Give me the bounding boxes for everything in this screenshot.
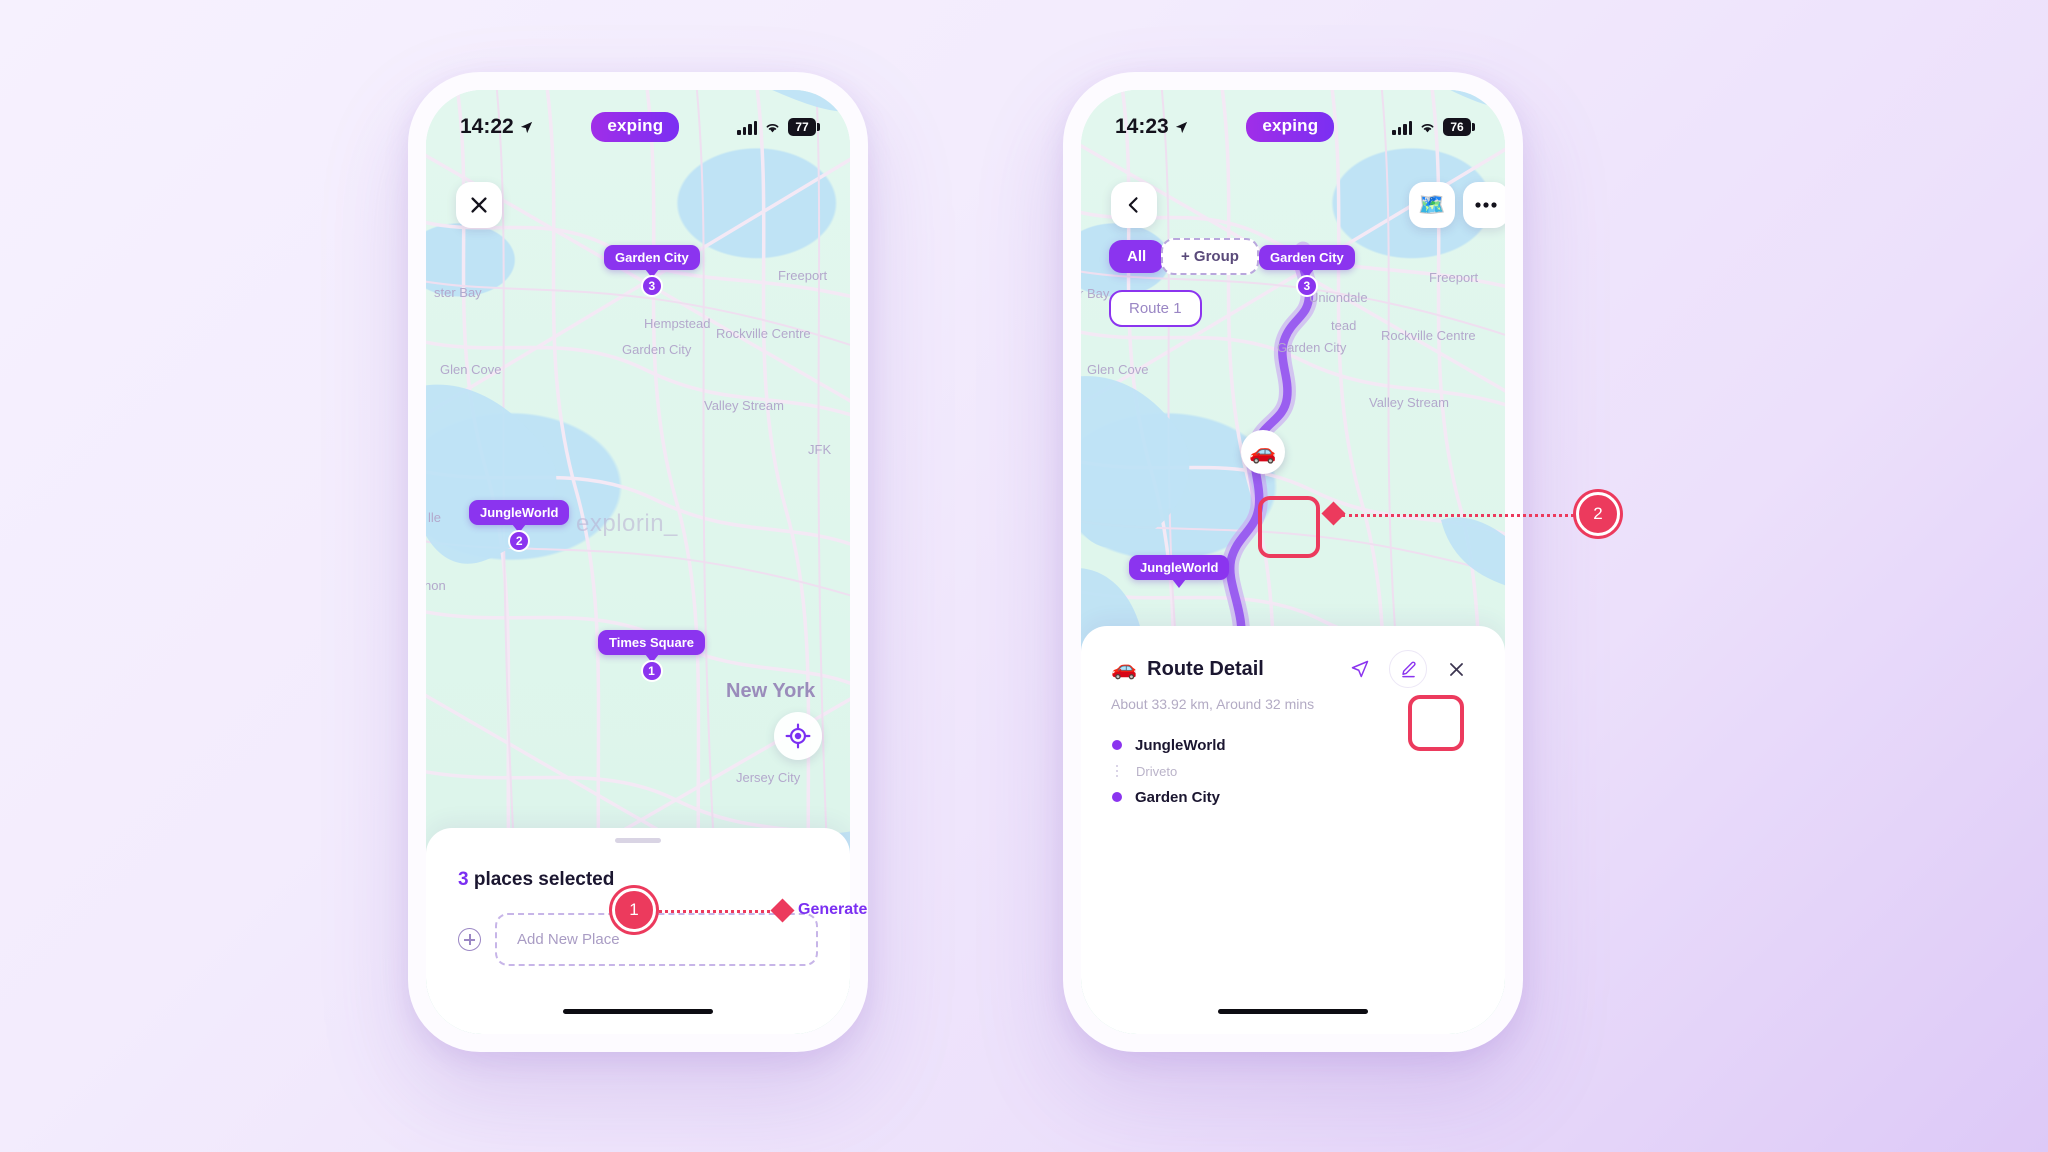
location-arrow-icon [520, 121, 532, 133]
back-button[interactable] [1111, 182, 1157, 228]
map-pin-jungleworld[interactable]: JungleWorld [1129, 555, 1230, 588]
map-pin-label: Garden City [1259, 245, 1355, 270]
locate-crosshair-icon [785, 723, 811, 749]
stop-dot-icon [1112, 740, 1122, 750]
map-pin-garden-city[interactable]: Garden City 3 [1259, 245, 1355, 297]
map-watermark: explorin_ [576, 510, 678, 537]
map-pin-times-square[interactable]: Times Square 1 [598, 630, 706, 682]
brand-badge: exping [1246, 112, 1335, 142]
car-marker[interactable]: 🚗 [1241, 430, 1285, 474]
annotation-line-2 [1342, 514, 1586, 517]
brand-badge: exping [591, 112, 680, 142]
add-new-place-input[interactable]: Add New Place [495, 913, 818, 966]
map-pin-number: 3 [1295, 275, 1318, 297]
edit-route-button[interactable] [1389, 650, 1427, 688]
annotation-highlight-2 [1258, 496, 1320, 558]
map-pin-number: 3 [640, 275, 663, 297]
send-icon [1351, 660, 1369, 678]
status-indicators: 76 [1392, 118, 1475, 136]
close-route-detail-button[interactable] [1437, 650, 1475, 688]
travel-mode: Driveto [1136, 763, 1178, 779]
map-pin-label: JungleWorld [1129, 555, 1230, 580]
route-stop-item[interactable]: Garden City [1111, 784, 1475, 810]
wifi-icon [1421, 124, 1434, 133]
annotation-highlight-edit-button [1408, 695, 1464, 751]
signal-bars-icon [1392, 120, 1412, 135]
stop-name: Garden City [1135, 788, 1221, 806]
wifi-icon [766, 124, 779, 133]
vertical-dots-icon [1111, 764, 1123, 778]
car-icon: 🚗 [1249, 439, 1277, 464]
plus-circle-icon [458, 928, 481, 951]
stop-dot-icon [1112, 792, 1122, 802]
more-horizontal-icon [1475, 202, 1497, 208]
add-group-chip[interactable]: + Group [1161, 238, 1259, 275]
map-pin-label: Garden City [604, 245, 700, 270]
map-pin-garden-city[interactable]: Garden City 3 [604, 245, 700, 297]
annotation-badge-1: 1 [612, 888, 656, 932]
status-time-group: 14:23 [1115, 115, 1189, 139]
signal-bars-icon [737, 120, 757, 135]
phone-screen-2: Freeport Uniondale Rockville Centre Vall… [1081, 90, 1505, 1034]
status-indicators: 77 [737, 118, 820, 136]
map-layers-icon: 🗺️ [1418, 192, 1446, 217]
map-pin-label: JungleWorld [469, 500, 570, 525]
route-detail-sheet: 🚗 Route Detail About 33.92 km, Around 32… [1081, 626, 1505, 1034]
route-mode-item: Driveto [1111, 758, 1475, 784]
home-indicator [563, 1009, 713, 1014]
route-detail-title: Route Detail [1147, 657, 1264, 680]
map-pin-number: 2 [508, 530, 531, 552]
selected-count-row: 3 places selected [426, 843, 850, 891]
battery-indicator: 77 [788, 118, 820, 136]
route-detail-header: 🚗 Route Detail [1081, 626, 1505, 688]
map-pin-jungleworld[interactable]: JungleWorld 2 [469, 500, 570, 552]
filter-chip-all[interactable]: All [1109, 240, 1165, 273]
close-icon [1449, 662, 1463, 676]
battery-indicator: 76 [1443, 118, 1475, 136]
car-icon: 🚗 [1111, 657, 1138, 680]
annotation-line-1 [648, 910, 788, 913]
more-options-button[interactable] [1463, 182, 1505, 228]
stop-name: JungleWorld [1135, 736, 1226, 754]
phone-mockup-2: Freeport Uniondale Rockville Centre Vall… [1063, 72, 1523, 1052]
map-pin-label: Times Square [598, 630, 706, 655]
chevron-left-icon [1128, 197, 1138, 213]
selected-count-text: 3 places selected [458, 869, 614, 891]
selected-count-suffix: places selected [468, 869, 615, 890]
status-time: 14:22 [460, 115, 514, 138]
annotation-badge-2: 2 [1576, 492, 1620, 536]
close-button[interactable] [456, 182, 502, 228]
map-pin-number: 1 [640, 660, 663, 682]
navigate-button[interactable] [1341, 650, 1379, 688]
location-arrow-icon [1175, 121, 1187, 133]
locate-button[interactable] [774, 712, 822, 760]
close-icon [471, 197, 487, 213]
home-indicator [1218, 1009, 1368, 1014]
selected-count-number: 3 [458, 869, 469, 890]
status-time-group: 14:22 [460, 115, 534, 139]
map-pin-pointer-icon [1172, 579, 1187, 588]
status-bar-2: 14:23 exping 76 [1081, 90, 1505, 150]
pencil-icon [1401, 661, 1416, 677]
status-bar-1: 14:22 exping 77 [426, 90, 850, 150]
status-time: 14:23 [1115, 115, 1169, 138]
annotation-label-1: Generate [798, 901, 868, 918]
route-detail-actions [1341, 650, 1475, 688]
map-layers-button[interactable]: 🗺️ [1409, 182, 1455, 228]
route-chip-route-1[interactable]: Route 1 [1109, 290, 1202, 327]
